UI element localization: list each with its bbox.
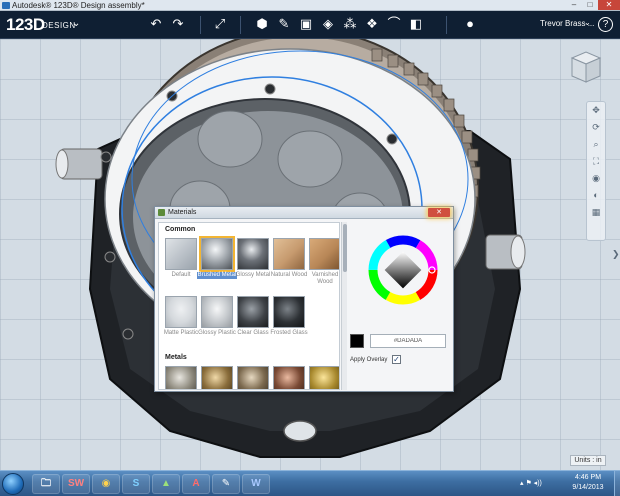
- taskbar-word-icon[interactable]: W: [242, 474, 270, 494]
- system-tray-icons[interactable]: ▴ ⚑ ◂)): [520, 479, 542, 487]
- minimize-button[interactable]: –: [566, 0, 582, 10]
- materials-close-button[interactable]: ✕: [428, 208, 450, 217]
- material-swatch-glossy-metal[interactable]: [237, 238, 269, 270]
- user-menu-chevron-icon[interactable]: ⌄: [584, 18, 591, 27]
- color-picker-panel: Apply Overlay ✓: [350, 222, 451, 390]
- transform-icon[interactable]: ⤢: [212, 16, 228, 32]
- app-menu-chevron-icon[interactable]: ⌄: [72, 18, 80, 29]
- taskbar-autocad-icon[interactable]: A: [182, 474, 210, 494]
- apply-overlay-checkbox[interactable]: ✓: [392, 355, 401, 364]
- orbit-icon[interactable]: ⟳: [587, 119, 605, 136]
- side-panel-arrow-icon[interactable]: ❯: [612, 249, 620, 260]
- material-swatch-brushed-metal[interactable]: [199, 236, 235, 272]
- section-label-common: Common: [165, 226, 196, 233]
- materials-icon: [158, 209, 165, 216]
- taskbar-123d-icon[interactable]: ▲: [152, 474, 180, 494]
- undo-icon[interactable]: ↶: [148, 16, 164, 32]
- toolbar-divider: [240, 16, 241, 34]
- materials-dialog-title: Materials: [168, 209, 197, 216]
- modify-icon[interactable]: ◈: [320, 16, 336, 32]
- toolbar-divider: [446, 16, 447, 34]
- color-hex-input[interactable]: [370, 334, 446, 348]
- material-icon[interactable]: ●: [462, 16, 478, 32]
- material-swatch-metal[interactable]: [237, 366, 269, 389]
- app-icon: [2, 2, 10, 9]
- units-indicator[interactable]: Units : in: [570, 455, 606, 466]
- snap-icon[interactable]: ⌒: [386, 16, 402, 32]
- help-button[interactable]: ?: [598, 17, 613, 32]
- material-swatch-varnished-wood[interactable]: [309, 238, 339, 270]
- window-title-bar: Autodesk® 123D® Design assembly* – □ ✕: [0, 0, 620, 11]
- section-label-metals: Metals: [165, 354, 187, 361]
- construct-icon[interactable]: ▣: [298, 16, 314, 32]
- toolbar-divider: [200, 16, 201, 34]
- pan-icon[interactable]: ✥: [587, 102, 605, 119]
- material-swatch-clear-glass[interactable]: [237, 296, 269, 328]
- maximize-button[interactable]: □: [582, 0, 598, 10]
- sketch-icon[interactable]: ✎: [276, 16, 292, 32]
- taskbar-chrome-icon[interactable]: ◉: [92, 474, 120, 494]
- material-swatch-frosted-glass[interactable]: [273, 296, 305, 328]
- material-swatch-natural-wood[interactable]: [273, 238, 305, 270]
- close-window-button[interactable]: ✕: [598, 0, 620, 10]
- material-swatch-metal[interactable]: [165, 366, 197, 389]
- app-toolbar: 123D DESIGN ⌄ ↶ ↷ ⤢ ⬢ ✎ ▣ ◈ ⁂ ❖ ⌒ ◧ ● Tr…: [0, 11, 620, 39]
- fit-icon[interactable]: ⛶: [587, 153, 605, 170]
- clock-date: 9/14/2013: [572, 484, 604, 491]
- show-desktop-button[interactable]: [614, 471, 620, 496]
- apply-overlay-label: Apply Overlay: [350, 357, 388, 363]
- color-wheel[interactable]: [368, 235, 438, 305]
- window-controls: – □ ✕: [566, 0, 620, 11]
- material-list-scrollbar[interactable]: [341, 222, 347, 390]
- measure-icon[interactable]: ◧: [408, 16, 424, 32]
- material-swatch-metal[interactable]: [201, 366, 233, 389]
- material-library-panel: Common Default Brushed Metal Glossy Meta…: [158, 222, 340, 390]
- materials-dialog-header[interactable]: Materials ✕: [155, 207, 453, 219]
- material-label: Default: [171, 272, 191, 278]
- taskbar-clock[interactable]: 4:46 PM 9/14/2013: [566, 473, 610, 493]
- material-swatch-metal[interactable]: [273, 366, 305, 389]
- view-cube[interactable]: [568, 50, 604, 84]
- material-label: Glossy Metal: [235, 272, 271, 278]
- taskbar-solidworks-icon[interactable]: SW: [62, 474, 90, 494]
- current-color-swatch[interactable]: [350, 334, 364, 348]
- taskbar-skype-icon[interactable]: S: [122, 474, 150, 494]
- material-label: Varnished Wood: [311, 272, 339, 285]
- navigation-bar: ✥ ⟳ ⌕ ⛶ ◉ ◐ ▦: [586, 101, 606, 241]
- windows-taskbar: 🗀 SW ◉ S ▲ A ✎ W ▴ ⚑ ◂)) 4:46 PM 9/14/20…: [0, 470, 620, 496]
- material-label-selected: Brushed Metal: [197, 272, 237, 279]
- zoom-icon[interactable]: ⌕: [587, 136, 605, 153]
- material-label: Natural Wood: [270, 272, 308, 278]
- start-button[interactable]: [2, 473, 24, 495]
- material-label: Matte Plastic: [163, 330, 199, 336]
- app-logo-sub[interactable]: DESIGN: [42, 21, 76, 30]
- material-swatch-default[interactable]: [165, 238, 197, 270]
- materials-dialog: Materials ✕ Common Default Brushed Metal…: [154, 206, 454, 392]
- pattern-icon[interactable]: ⁂: [342, 16, 358, 32]
- clock-time: 4:46 PM: [574, 474, 602, 481]
- window-title: Autodesk® 123D® Design assembly*: [12, 1, 145, 10]
- material-swatch-glossy-plastic[interactable]: [201, 296, 233, 328]
- visibility-icon[interactable]: ◐: [587, 187, 605, 204]
- app-logo[interactable]: 123D: [6, 15, 45, 35]
- taskbar-notes-icon[interactable]: ✎: [212, 474, 240, 494]
- material-swatch-matte-plastic[interactable]: [165, 296, 197, 328]
- scrollbar-thumb[interactable]: [343, 224, 347, 272]
- taskbar-explorer-icon[interactable]: 🗀: [32, 474, 60, 494]
- material-label: Glossy Plastic: [198, 330, 236, 336]
- group-icon[interactable]: ❖: [364, 16, 380, 32]
- material-swatch-metal[interactable]: [309, 366, 339, 389]
- material-label: Clear Glass: [237, 330, 269, 336]
- look-icon[interactable]: ◉: [587, 170, 605, 187]
- grid-icon[interactable]: ▦: [587, 204, 605, 221]
- material-label: Frosted Glass: [270, 330, 308, 336]
- redo-icon[interactable]: ↷: [170, 16, 186, 32]
- primitives-icon[interactable]: ⬢: [254, 16, 270, 32]
